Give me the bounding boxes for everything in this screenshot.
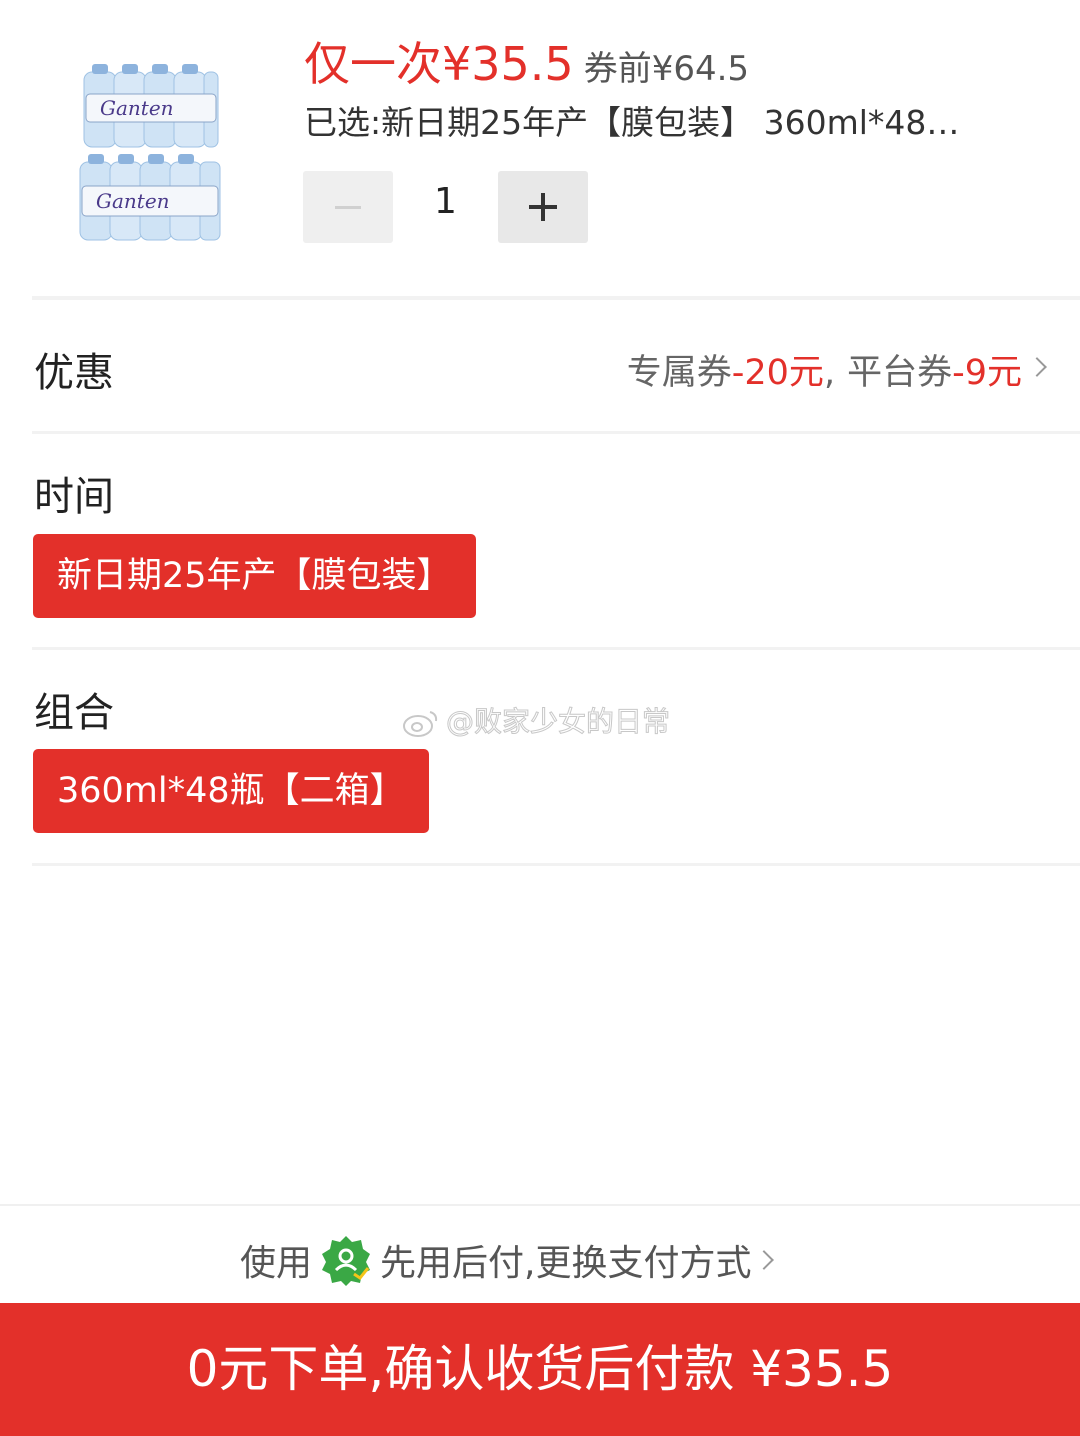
price-row: 仅一次¥35.5 券前¥64.5 (304, 28, 749, 94)
product-summary: Ganten Ganten 仅一次¥35.5 券前¥64.5 已选:新日期25年产… (0, 0, 1080, 300)
divider (32, 431, 1080, 434)
divider (32, 647, 1080, 650)
payment-method-label: 先用后付,更换支付方式 (380, 1243, 752, 1284)
platform-coupon-amount: -9元 (952, 353, 1022, 393)
chevron-right-icon (754, 1250, 775, 1270)
coupon-separator: , (823, 353, 836, 393)
quantity-value[interactable]: 1 (393, 181, 498, 222)
discount-title: 优惠 (34, 350, 114, 396)
brand-text-top: Ganten (100, 96, 174, 120)
watermark: @败家少女的日常 (402, 700, 671, 740)
minus-icon (335, 206, 361, 209)
divider (32, 863, 1080, 866)
exclusive-coupon-label: 专属券 (626, 353, 732, 393)
increase-button[interactable] (498, 171, 588, 243)
product-image: Ganten Ganten (62, 52, 242, 252)
exclusive-coupon-amount: -20元 (731, 353, 824, 393)
watermark-text: @败家少女的日常 (445, 705, 671, 739)
selected-spec[interactable]: 已选:新日期25年产【膜包装】 360ml*48… (304, 96, 1024, 144)
combo-section-title: 组合 (34, 690, 114, 736)
original-price: 券前¥64.5 (583, 49, 750, 89)
current-price: 仅一次¥35.5 (304, 37, 574, 91)
payment-prefix: 使用 (240, 1243, 313, 1284)
discount-detail: 专属券-20元, 平台券-9元 (627, 344, 1048, 395)
time-option-chip[interactable]: 新日期25年产【膜包装】 (33, 534, 476, 618)
payment-method-row[interactable]: 使用 先用后付,更换支付方式 (0, 1204, 1080, 1304)
weibo-icon (403, 711, 438, 737)
decrease-button[interactable] (303, 171, 393, 243)
platform-coupon-label: 平台券 (847, 353, 953, 393)
pay-later-badge-icon (322, 1236, 371, 1286)
divider (32, 296, 1080, 300)
combo-option-chip[interactable]: 360ml*48瓶【二箱】 (33, 749, 429, 833)
place-order-button[interactable]: 0元下单,确认收货后付款 ¥35.5 (0, 1303, 1080, 1436)
brand-text-bottom: Ganten (96, 189, 170, 213)
time-section-title: 时间 (34, 474, 114, 520)
